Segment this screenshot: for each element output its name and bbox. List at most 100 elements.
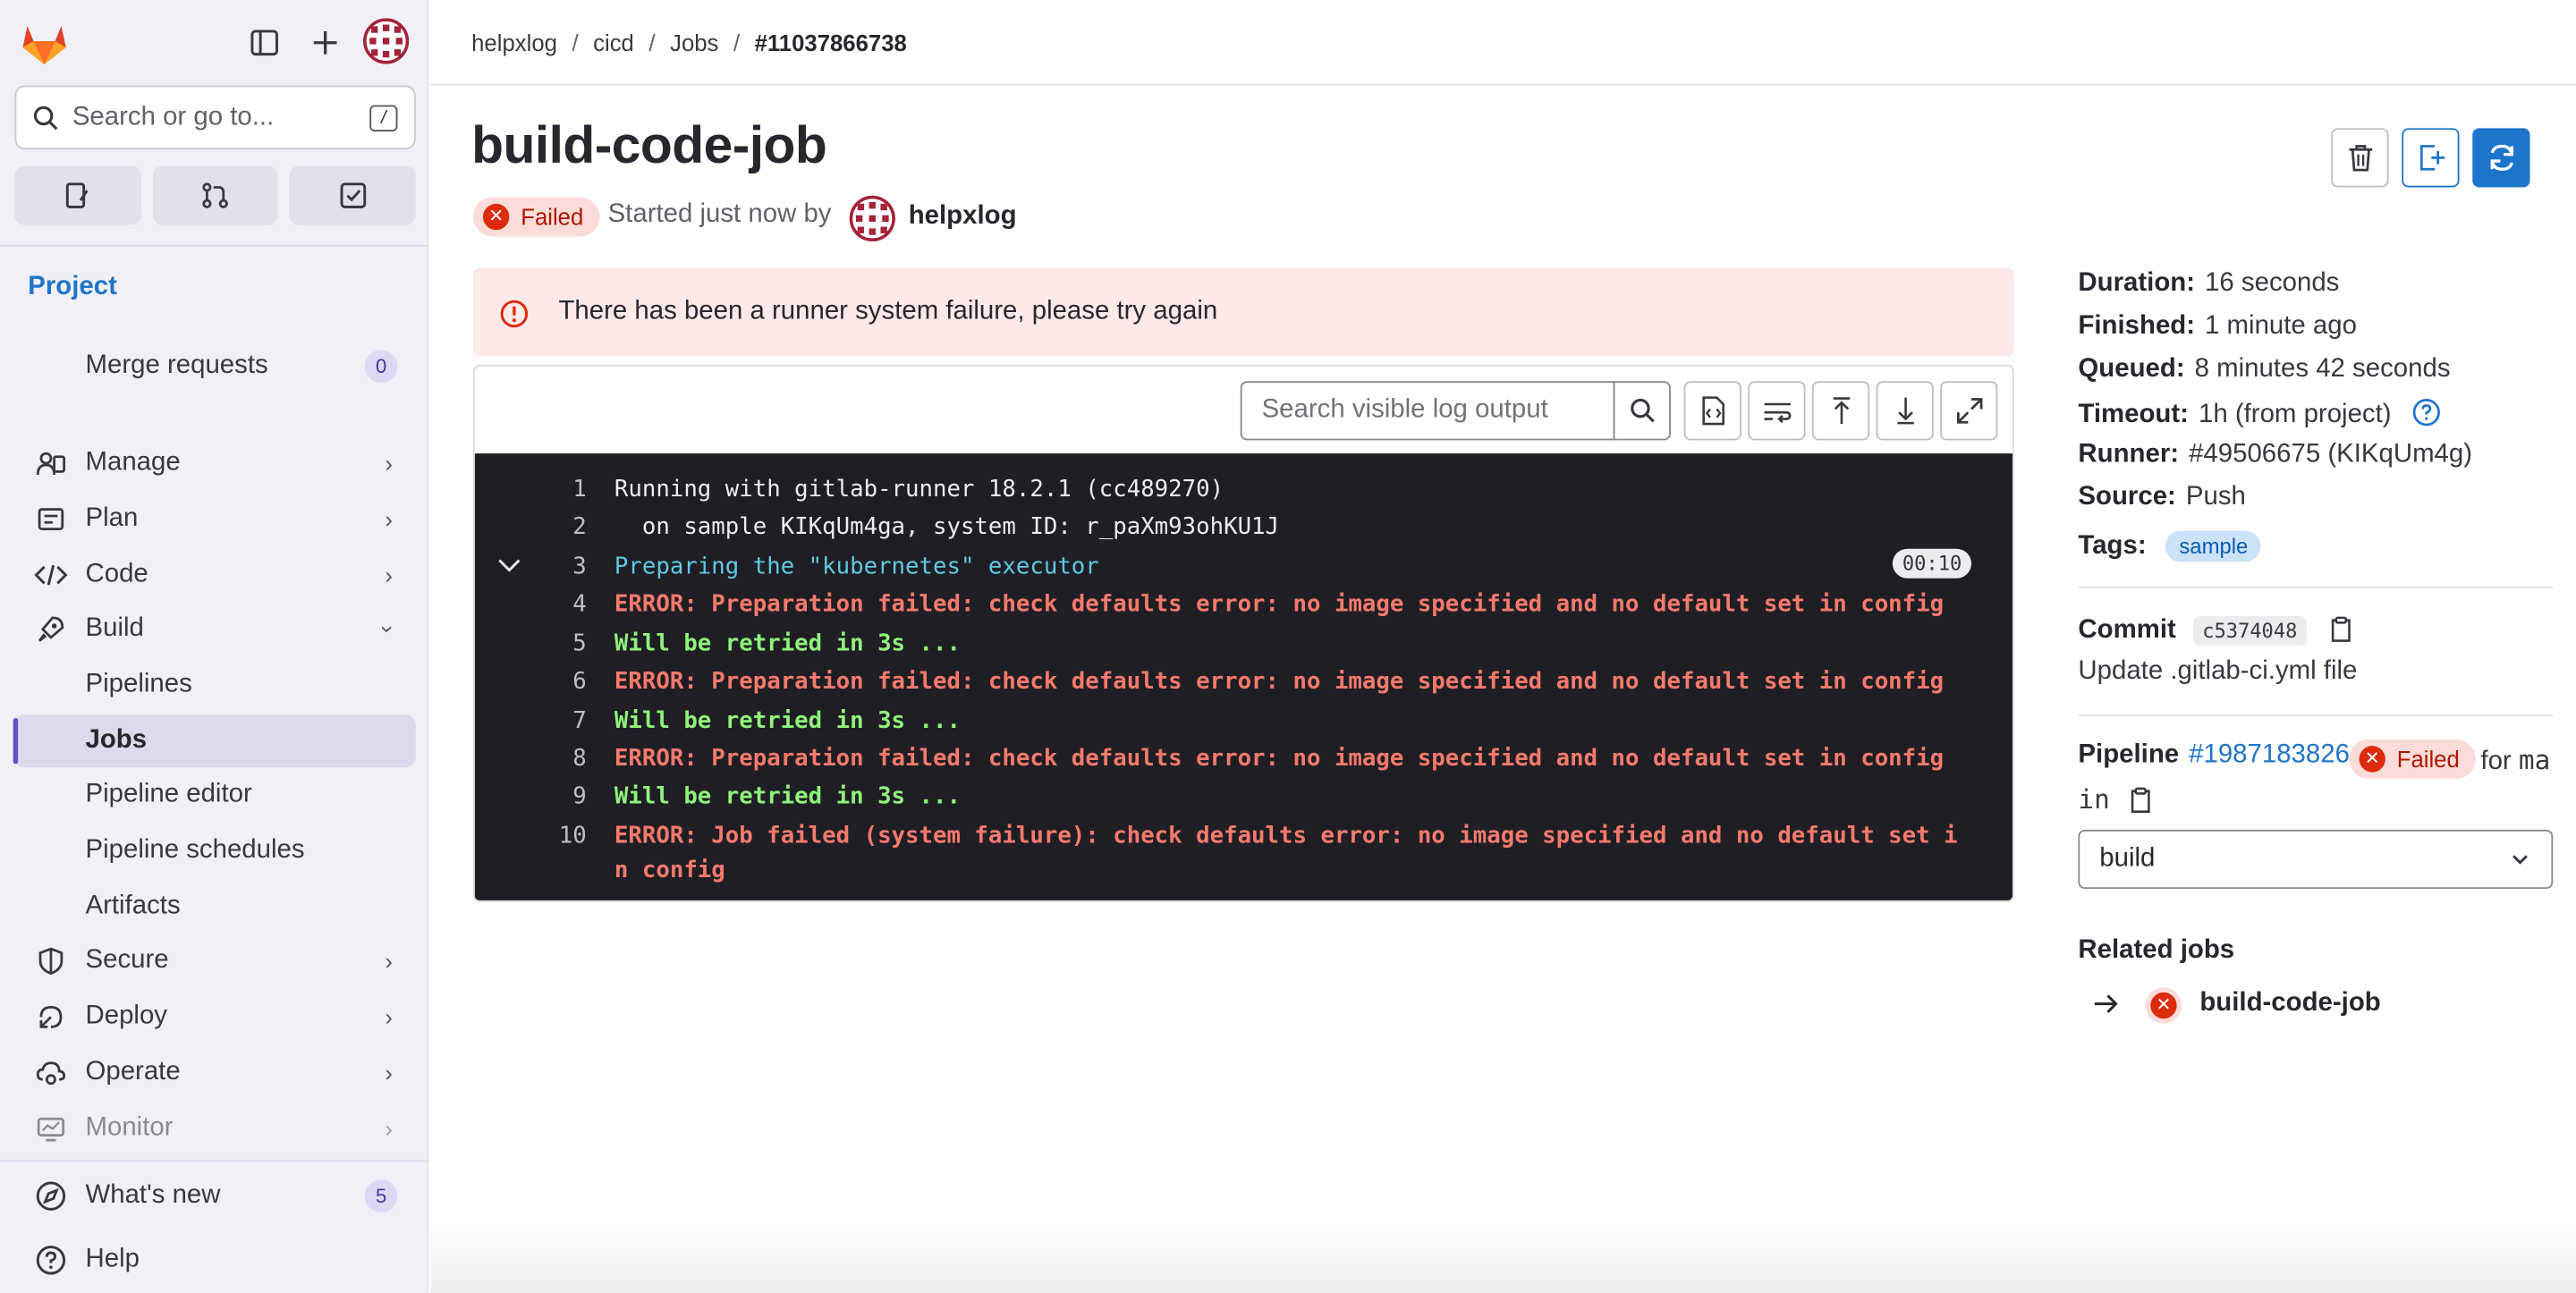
failure-alert: There has been a runner system failure, …: [472, 267, 2014, 357]
branch-name[interactable]: ma: [2519, 744, 2550, 775]
stage-dropdown[interactable]: build: [2078, 829, 2554, 890]
issues-button[interactable]: [14, 165, 141, 225]
line-number[interactable]: 7: [540, 708, 586, 734]
breadcrumb-item[interactable]: helpxlog: [471, 29, 557, 55]
sidebar-item-label: Build: [85, 614, 144, 643]
new-issue-button[interactable]: [2402, 128, 2460, 188]
details-divider: [2078, 714, 2554, 717]
sidebar-item-pipeline-schedules[interactable]: Pipeline schedules: [15, 824, 416, 877]
pipeline-for-text: for ma: [2480, 744, 2550, 777]
timeout-row: Timeout: 1h (from project): [2078, 398, 2441, 431]
pipeline-status-badge[interactable]: ✕ Failed: [2349, 739, 2477, 779]
show-raw-button[interactable]: [1683, 381, 1741, 441]
line-number[interactable]: 10: [540, 824, 587, 849]
sidebar-item-jobs[interactable]: Jobs: [13, 714, 416, 768]
author-name[interactable]: helpxlog: [909, 202, 1017, 232]
merge-requests-button[interactable]: [152, 165, 279, 225]
status-failed-icon: ✕: [2145, 987, 2182, 1024]
sidebar-item-plan[interactable]: Plan ›: [15, 493, 416, 545]
status-failed-icon: ✕: [2359, 746, 2385, 773]
sidebar-item-deploy[interactable]: Deploy ›: [15, 991, 416, 1044]
log-output[interactable]: 1 Running with gitlab-runner 18.2.1 (cc4…: [474, 453, 2012, 900]
sidebar-item-whats-new[interactable]: What's new 5: [15, 1170, 416, 1222]
sidebar-item-pipelines[interactable]: Pipelines: [15, 659, 416, 712]
copy-icon[interactable]: [2327, 614, 2353, 642]
collapse-section-icon[interactable]: [498, 554, 521, 579]
section-duration: 00:10: [1892, 548, 1972, 579]
line-number[interactable]: 3: [540, 554, 586, 579]
scroll-top-button[interactable]: [1811, 381, 1870, 441]
copy-icon[interactable]: [2127, 785, 2153, 813]
erase-log-button[interactable]: [2331, 128, 2389, 188]
user-avatar[interactable]: [362, 18, 410, 64]
related-job-item[interactable]: ✕ build-code-job: [2089, 983, 2418, 1028]
breadcrumb-item[interactable]: Jobs: [670, 29, 718, 55]
users-icon: [35, 447, 68, 480]
sidebar-item-label: Pipeline editor: [85, 780, 252, 809]
scroll-down-icon: [1896, 397, 1913, 425]
sidebar-item-code[interactable]: Code ›: [15, 549, 416, 602]
fullscreen-button[interactable]: [1940, 381, 1998, 441]
sidebar-item-monitor[interactable]: Monitor ›: [15, 1103, 416, 1155]
sidebar-item-label: Plan: [85, 504, 139, 533]
scroll-bottom-button[interactable]: [1876, 381, 1934, 441]
line-number[interactable]: 1: [540, 477, 586, 503]
line-number[interactable]: 9: [540, 783, 586, 809]
line-number[interactable]: 5: [540, 631, 586, 657]
search-input[interactable]: Search or go to... /: [14, 85, 416, 150]
line-number[interactable]: 2: [540, 514, 586, 540]
question-icon[interactable]: [2411, 398, 2441, 427]
sidebar-item-label: Manage: [85, 448, 181, 477]
sidebar-item-pipeline-editor[interactable]: Pipeline editor: [15, 769, 416, 822]
sidebar-item-help[interactable]: Help: [15, 1234, 416, 1287]
search-shortcut: /: [369, 105, 398, 131]
sidebar-divider: [0, 1160, 429, 1162]
chevron-right-icon: ›: [385, 1060, 393, 1086]
author-avatar[interactable]: [849, 195, 896, 242]
sidebar-item-artifacts[interactable]: Artifacts: [15, 881, 416, 934]
sidebar-item-build[interactable]: Build ›: [15, 603, 416, 655]
timeout-label: Timeout:: [2078, 401, 2189, 429]
duration-row: Duration: 16 seconds: [2078, 269, 2339, 299]
gitlab-logo-icon[interactable]: [20, 18, 69, 67]
breadcrumb-item[interactable]: cicd: [593, 29, 634, 55]
breadcrumb-current[interactable]: #11037866738: [755, 29, 907, 55]
commit-label: Commit: [2078, 616, 2176, 645]
create-new-icon[interactable]: [302, 20, 348, 65]
queued-label: Queued:: [2078, 354, 2185, 384]
compass-icon: [35, 1179, 68, 1213]
status-badge[interactable]: ✕ Failed: [472, 197, 600, 237]
pipeline-status-label: Failed: [2396, 746, 2460, 773]
chevron-right-icon: ›: [385, 1003, 393, 1031]
sidebar-item-operate[interactable]: Operate ›: [15, 1046, 416, 1099]
commit-message[interactable]: Update .gitlab-ci.yml file: [2078, 657, 2357, 687]
sidebar-item-manage[interactable]: Manage ›: [15, 437, 416, 490]
sidebar-section-project[interactable]: Project: [28, 273, 117, 302]
line-number[interactable]: 8: [540, 746, 586, 772]
stage-selected: build: [2099, 844, 2156, 873]
cloud-gear-icon: [35, 1056, 68, 1089]
runner-value[interactable]: #49506675 (KIKqUm4g): [2189, 440, 2472, 468]
commit-row: Commit c5374048: [2078, 614, 2353, 646]
line-number[interactable]: 6: [540, 669, 586, 695]
branch-name-cont[interactable]: in: [2078, 783, 2109, 815]
sidebar-item-label: Pipelines: [85, 670, 192, 698]
doc-code-icon: [1701, 396, 1724, 426]
pipeline-link[interactable]: #1987183826: [2189, 741, 2350, 769]
pipeline-for: for: [2480, 748, 2512, 776]
sidebar-item-label: Jobs: [85, 726, 148, 755]
sidebar-item-merge-requests[interactable]: Merge requests 0: [15, 340, 416, 393]
breadcrumb-separator: /: [733, 29, 741, 55]
sidebar-toggle-icon[interactable]: [242, 20, 287, 65]
todo-button[interactable]: [289, 165, 416, 225]
retry-button[interactable]: [2472, 128, 2530, 188]
chevron-right-icon: ›: [385, 948, 393, 975]
wrap-lines-button[interactable]: [1748, 381, 1806, 441]
log-search-button[interactable]: [1613, 381, 1671, 441]
duration-label: Duration:: [2078, 269, 2196, 298]
sidebar-item-secure[interactable]: Secure ›: [15, 934, 416, 987]
sidebar-top: [0, 0, 428, 86]
line-number[interactable]: 4: [540, 591, 586, 617]
log-search-input[interactable]: Search visible log output: [1240, 381, 1615, 441]
commit-hash[interactable]: c5374048: [2192, 616, 2308, 646]
